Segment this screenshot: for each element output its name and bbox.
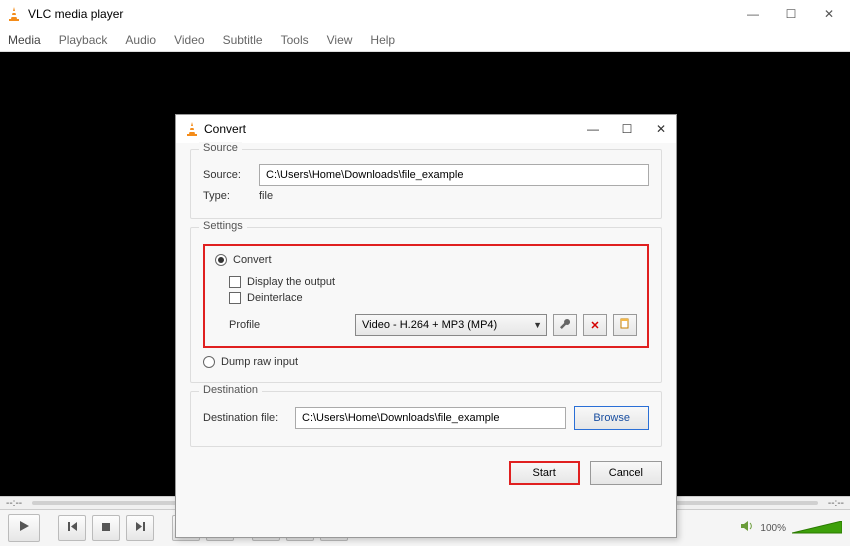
deinterlace-label: Deinterlace	[247, 292, 303, 304]
destination-label: Destination file:	[203, 412, 287, 424]
new-profile-button[interactable]	[613, 314, 637, 336]
display-output-label: Display the output	[247, 276, 335, 288]
dialog-body: Source Source: Type: file Settings	[176, 143, 676, 537]
vlc-main-window: VLC media player — ☐ ✕ Media Playback Au…	[0, 0, 850, 546]
volume-control: 100%	[740, 519, 842, 538]
source-input[interactable]	[259, 164, 649, 186]
chevron-down-icon: ▼	[533, 320, 542, 330]
menu-media[interactable]: Media	[8, 33, 41, 47]
new-profile-icon	[619, 318, 631, 333]
stop-button[interactable]	[92, 515, 120, 541]
close-button[interactable]: ✕	[822, 7, 836, 21]
checkbox-unchecked-icon	[229, 292, 241, 304]
wrench-icon	[559, 318, 571, 333]
menubar: Media Playback Audio Video Subtitle Tool…	[0, 28, 850, 52]
checkbox-unchecked-icon	[229, 276, 241, 288]
time-elapsed: --:--	[0, 498, 28, 509]
minimize-button[interactable]: —	[746, 7, 760, 21]
menu-tools[interactable]: Tools	[281, 33, 309, 47]
volume-slider[interactable]	[792, 521, 842, 535]
dump-raw-label: Dump raw input	[221, 356, 298, 368]
menu-audio[interactable]: Audio	[125, 33, 156, 47]
next-button[interactable]	[126, 515, 154, 541]
profile-label: Profile	[229, 319, 349, 331]
skip-next-icon	[135, 519, 146, 537]
profile-value: Video - H.264 + MP3 (MP4)	[362, 319, 497, 331]
convert-dialog: Convert — ☐ ✕ Source Source: Type:	[175, 114, 677, 538]
type-value: file	[259, 190, 273, 202]
play-button[interactable]	[8, 514, 40, 542]
main-window-buttons: — ☐ ✕	[746, 7, 836, 21]
main-window-title: VLC media player	[28, 7, 746, 21]
settings-highlight: Convert Display the output Deinterlace P…	[203, 244, 649, 348]
dump-raw-radio[interactable]: Dump raw input	[203, 356, 649, 368]
settings-group-label: Settings	[199, 220, 247, 232]
delete-profile-button[interactable]: ✕	[583, 314, 607, 336]
source-group-label: Source	[199, 142, 242, 154]
skip-previous-icon	[67, 519, 78, 537]
dialog-close-button[interactable]: ✕	[654, 122, 668, 136]
menu-help[interactable]: Help	[370, 33, 395, 47]
convert-radio-label: Convert	[233, 254, 272, 266]
main-titlebar: VLC media player — ☐ ✕	[0, 0, 850, 28]
source-label: Source:	[203, 169, 251, 181]
time-total: --:--	[822, 498, 850, 509]
menu-subtitle[interactable]: Subtitle	[223, 33, 263, 47]
volume-percent: 100%	[760, 523, 786, 534]
deinterlace-checkbox[interactable]: Deinterlace	[229, 292, 637, 304]
vlc-cone-icon	[6, 6, 22, 22]
play-icon	[18, 519, 30, 537]
settings-group: Settings Convert Display the output	[190, 227, 662, 383]
previous-button[interactable]	[58, 515, 86, 541]
dialog-buttons: Start Cancel	[190, 455, 662, 485]
maximize-button[interactable]: ☐	[784, 7, 798, 21]
video-area: Convert — ☐ ✕ Source Source: Type:	[0, 52, 850, 496]
destination-input[interactable]	[295, 407, 566, 429]
radio-selected-icon	[215, 254, 227, 266]
browse-button[interactable]: Browse	[574, 406, 649, 430]
menu-playback[interactable]: Playback	[59, 33, 108, 47]
speaker-icon[interactable]	[740, 519, 754, 538]
dialog-maximize-button[interactable]: ☐	[620, 122, 634, 136]
start-button[interactable]: Start	[509, 461, 580, 485]
destination-group: Destination Destination file: Browse	[190, 391, 662, 447]
source-group: Source Source: Type: file	[190, 149, 662, 219]
delete-x-icon: ✕	[590, 319, 599, 332]
type-label: Type:	[203, 190, 251, 202]
menu-video[interactable]: Video	[174, 33, 204, 47]
dialog-title: Convert	[204, 122, 586, 136]
convert-radio[interactable]: Convert	[215, 254, 637, 266]
cancel-button[interactable]: Cancel	[590, 461, 662, 485]
display-output-checkbox[interactable]: Display the output	[229, 276, 637, 288]
dialog-minimize-button[interactable]: —	[586, 122, 600, 136]
stop-icon	[101, 519, 111, 537]
destination-group-label: Destination	[199, 384, 262, 396]
radio-unselected-icon	[203, 356, 215, 368]
edit-profile-button[interactable]	[553, 314, 577, 336]
profile-select[interactable]: Video - H.264 + MP3 (MP4) ▼	[355, 314, 547, 336]
menu-view[interactable]: View	[327, 33, 353, 47]
dialog-titlebar: Convert — ☐ ✕	[176, 115, 676, 143]
vlc-cone-icon	[184, 121, 200, 137]
